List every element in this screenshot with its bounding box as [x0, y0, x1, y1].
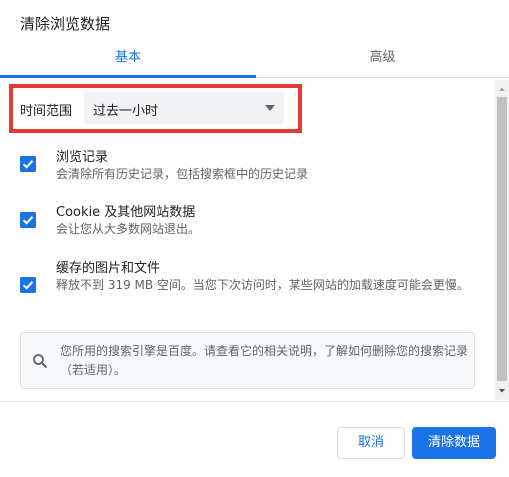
time-range-value: 过去一小时	[93, 104, 159, 119]
active-tab-indicator	[0, 75, 256, 78]
option-title: 缓存的图片和文件	[56, 261, 161, 276]
browsing-history-checkbox[interactable]	[20, 156, 36, 172]
cancel-button[interactable]: 取消	[337, 427, 405, 459]
tab-advanced[interactable]: 高级	[256, 40, 509, 78]
footer-divider	[0, 401, 509, 402]
clear-data-button[interactable]: 清除数据	[412, 427, 496, 459]
time-range-label: 时间范围	[20, 104, 73, 119]
checkmark-icon	[22, 281, 34, 290]
dialog-title: 清除浏览数据	[20, 15, 111, 33]
clear-browsing-data-dialog: 清除浏览数据 基本 高级 时间范围 过去一小时 浏览记录 会清除所有历史记录，包…	[0, 0, 509, 477]
search-icon	[33, 354, 48, 369]
scroll-down-arrow-icon[interactable]	[495, 386, 509, 396]
option-description: 会清除所有历史记录，包括搜索框中的历史记录	[56, 167, 309, 181]
scrollbar-thumb[interactable]	[497, 97, 507, 381]
search-engine-info-box: 您所用的搜索引擎是百度。请查看它的相关说明，了解如何删除您的搜索记录（若适用）。	[20, 332, 475, 389]
time-range-select[interactable]: 过去一小时	[84, 92, 284, 124]
scrollbar[interactable]	[495, 80, 509, 400]
cached-images-checkbox[interactable]	[20, 277, 36, 293]
info-text: 您所用的搜索引擎是百度。请查看它的相关说明，了解如何删除您的搜索记录（若适用）。	[60, 344, 469, 377]
dropdown-arrow-icon	[265, 105, 275, 111]
option-title: 浏览记录	[56, 150, 109, 165]
option-title: Cookie 及其他网站数据	[56, 205, 196, 220]
tab-bar: 基本 高级	[0, 40, 509, 78]
option-description: 会让您从大多数网站退出。	[56, 222, 201, 236]
cookies-checkbox[interactable]	[20, 212, 36, 228]
checkmark-icon	[22, 216, 34, 225]
option-description: 释放不到 319 MB 空间。当您下次访问时，某些网站的加载速度可能会更慢。	[56, 278, 469, 292]
scroll-up-arrow-icon[interactable]	[495, 84, 509, 94]
checkmark-icon	[22, 160, 34, 169]
tab-basic[interactable]: 基本	[0, 40, 256, 78]
